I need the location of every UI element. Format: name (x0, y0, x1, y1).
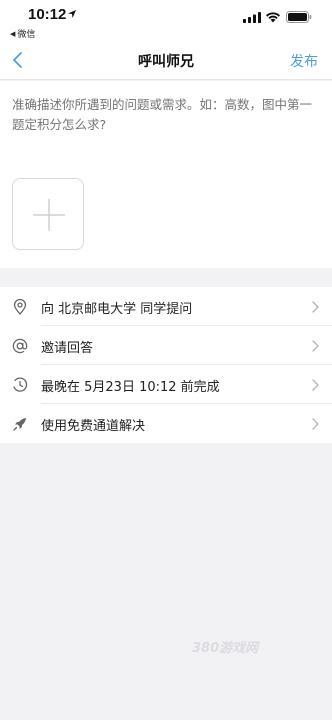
publish-button[interactable]: 发布 (290, 51, 318, 71)
option-deadline[interactable]: 最晚在 5月23日 10:12 前完成 (0, 365, 332, 404)
chevron-right-icon (312, 418, 319, 430)
location-arrow-icon (68, 10, 76, 18)
status-bar: 10:12 ◀ 微信 (0, 0, 332, 40)
option-label: 使用免费通道解决 (41, 419, 146, 434)
page-title: 呼叫师兄 (138, 54, 194, 70)
back-triangle-icon: ◀ (10, 29, 16, 38)
option-label: 邀请回答 (41, 341, 94, 356)
navigation-bar: 呼叫师兄 发布 (0, 40, 332, 80)
option-label: 向 北京邮电大学 同学提问 (41, 302, 193, 317)
option-target-school[interactable]: 向 北京邮电大学 同学提问 (0, 287, 332, 326)
chevron-right-icon (312, 379, 319, 391)
at-sign-icon (12, 338, 28, 354)
rocket-icon (13, 418, 26, 431)
back-to-app-link[interactable]: ◀ 微信 (10, 27, 36, 41)
plus-icon (33, 199, 65, 231)
wifi-icon (266, 12, 280, 23)
option-free-channel[interactable]: 使用免费通道解决 (0, 404, 332, 443)
cellular-signal-icon (243, 12, 261, 23)
option-label: 最晚在 5月23日 10:12 前完成 (41, 380, 220, 395)
question-compose-area (0, 81, 332, 268)
location-pin-icon (13, 298, 27, 315)
back-app-label: 微信 (17, 30, 36, 40)
chevron-right-icon (312, 301, 319, 313)
clock-icon (13, 377, 28, 392)
status-time: 10:12 (28, 6, 67, 23)
question-input[interactable] (12, 95, 322, 135)
question-options-list: 向 北京邮电大学 同学提问 邀请回答 最晚在 5月23日 10:12 前完成 使… (0, 287, 332, 443)
watermark: 380游戏网 (192, 641, 259, 656)
option-invite-answer[interactable]: 邀请回答 (0, 326, 332, 365)
add-image-button[interactable] (12, 178, 84, 250)
battery-icon (286, 11, 312, 23)
chevron-right-icon (312, 340, 319, 352)
